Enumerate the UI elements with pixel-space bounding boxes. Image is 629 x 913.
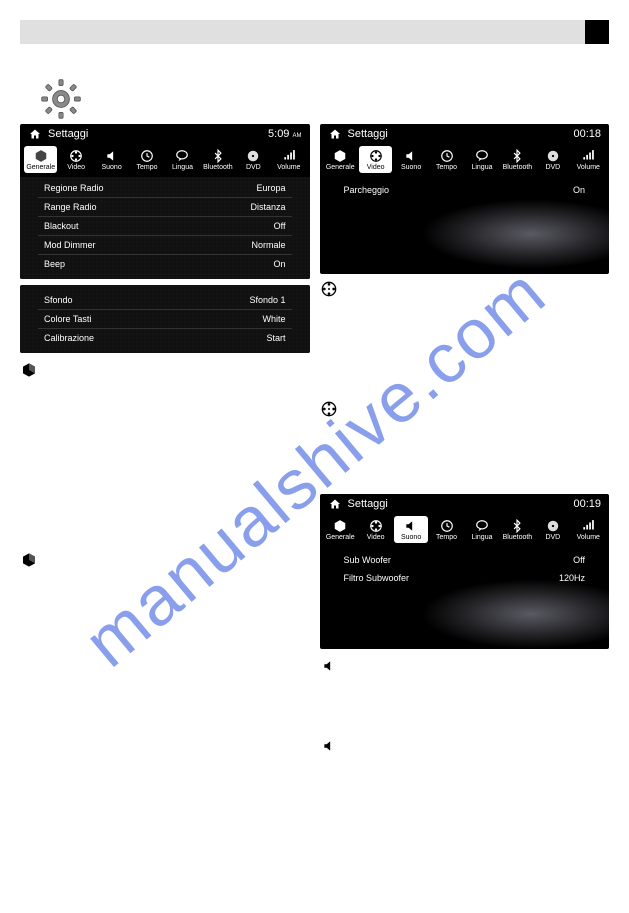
tab-lingua[interactable]: Lingua	[465, 146, 498, 173]
setting-row[interactable]: Mod DimmerNormale	[38, 236, 292, 255]
screenshot-suono-settings: Settaggi 00:19 Generale Video Suono Temp…	[320, 494, 610, 649]
film-reel-icon	[320, 280, 338, 298]
tab-row: Generale Video Suono Tempo Lingua Blueto…	[320, 144, 610, 177]
body-paragraph: .	[346, 657, 349, 672]
tab-video[interactable]: Video	[59, 146, 92, 173]
tab-tempo[interactable]: Tempo	[430, 146, 463, 173]
tab-lingua[interactable]: Lingua	[465, 516, 498, 543]
body-paragraph: .	[46, 361, 49, 376]
home-icon[interactable]	[328, 128, 342, 140]
body-paragraph: .	[346, 737, 349, 752]
cube-icon	[20, 551, 38, 569]
film-reel-icon	[320, 400, 338, 418]
tab-volume[interactable]: Volume	[572, 516, 605, 543]
home-icon[interactable]	[28, 128, 42, 140]
screen-time: 5:09 AM	[268, 128, 301, 140]
screen-title: Settaggi	[48, 128, 268, 140]
tab-generale[interactable]: Generale	[24, 146, 57, 173]
screen-time: 00:19	[573, 498, 601, 510]
tab-tempo[interactable]: Tempo	[130, 146, 163, 173]
setting-row[interactable]: Filtro Subwoofer120Hz	[338, 569, 592, 587]
setting-row[interactable]: BeepOn	[38, 255, 292, 273]
tab-bluetooth[interactable]: Bluetooth	[501, 516, 534, 543]
tab-video[interactable]: Video	[359, 146, 392, 173]
tab-suono[interactable]: Suono	[394, 516, 427, 543]
tab-dvd[interactable]: DVD	[536, 516, 569, 543]
settings-list: Regione RadioEuropa Range RadioDistanza …	[20, 177, 310, 279]
cube-icon	[20, 361, 38, 379]
tab-row: Generale Video Suono Tempo Lingua Blueto…	[20, 144, 310, 177]
setting-row[interactable]: SfondoSfondo 1	[38, 291, 292, 310]
screenshot-video-settings: Settaggi 00:18 Generale Video Suono Temp…	[320, 124, 610, 274]
speaker-icon	[320, 657, 338, 675]
setting-row[interactable]: ParcheggioOn	[338, 181, 592, 199]
screen-title: Settaggi	[348, 128, 574, 140]
tab-generale[interactable]: Generale	[324, 516, 357, 543]
tab-bluetooth[interactable]: Bluetooth	[201, 146, 234, 173]
tab-volume[interactable]: Volume	[572, 146, 605, 173]
tab-lingua[interactable]: Lingua	[166, 146, 199, 173]
home-icon[interactable]	[328, 498, 342, 510]
settings-list: ParcheggioOn	[320, 177, 610, 239]
screenshot-generale-settings: Settaggi 5:09 AM Generale Video Suono Te…	[20, 124, 310, 279]
setting-row[interactable]: BlackoutOff	[38, 217, 292, 236]
tab-video[interactable]: Video	[359, 516, 392, 543]
tab-tempo[interactable]: Tempo	[430, 516, 463, 543]
tab-row: Generale Video Suono Tempo Lingua Blueto…	[320, 514, 610, 547]
screenshot-generale-settings-lower: SfondoSfondo 1 Colore TastiWhite Calibra…	[20, 285, 310, 353]
tab-suono[interactable]: Suono	[95, 146, 128, 173]
tab-suono[interactable]: Suono	[394, 146, 427, 173]
settings-list: SfondoSfondo 1 Colore TastiWhite Calibra…	[20, 285, 310, 353]
gear-icon	[40, 78, 82, 125]
tab-dvd[interactable]: DVD	[536, 146, 569, 173]
body-paragraph: .	[346, 400, 349, 415]
screen-time: 00:18	[573, 128, 601, 140]
tab-dvd[interactable]: DVD	[237, 146, 270, 173]
tab-generale[interactable]: Generale	[324, 146, 357, 173]
document-header-bar	[20, 20, 609, 44]
body-paragraph: .	[46, 551, 49, 566]
setting-row[interactable]: CalibrazioneStart	[38, 329, 292, 347]
setting-row[interactable]: Range RadioDistanza	[38, 198, 292, 217]
setting-row[interactable]: Sub WooferOff	[338, 551, 592, 569]
settings-list: Sub WooferOff Filtro Subwoofer120Hz	[320, 547, 610, 617]
body-paragraph: .	[346, 280, 349, 295]
setting-row[interactable]: Regione RadioEuropa	[38, 179, 292, 198]
setting-row[interactable]: Colore TastiWhite	[38, 310, 292, 329]
speaker-icon	[320, 737, 338, 755]
tab-bluetooth[interactable]: Bluetooth	[501, 146, 534, 173]
tab-volume[interactable]: Volume	[272, 146, 305, 173]
screen-title: Settaggi	[348, 498, 574, 510]
